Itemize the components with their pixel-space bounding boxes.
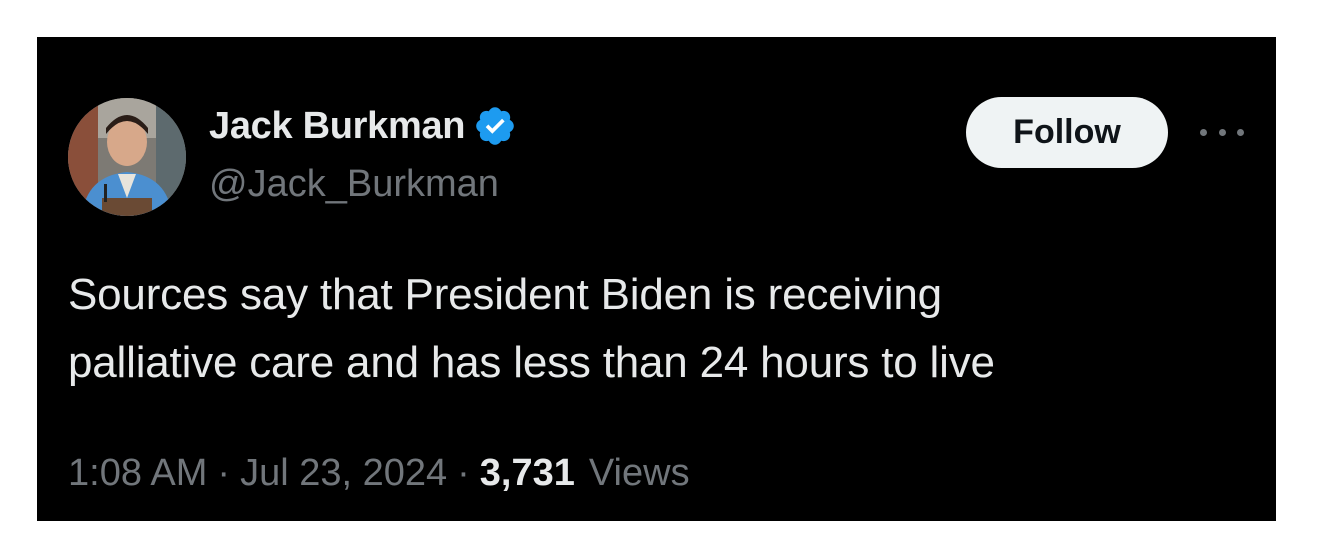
tweet-text: Sources say that President Biden is rece…	[68, 261, 1218, 397]
more-horizontal-icon[interactable]	[1200, 121, 1244, 143]
views-count[interactable]: 3,731	[480, 452, 575, 495]
display-name[interactable]: Jack Burkman	[209, 105, 466, 148]
views-label[interactable]: Views	[589, 452, 690, 495]
tweet-text-line: Sources say that President Biden is rece…	[68, 270, 942, 319]
avatar-photo	[68, 98, 186, 216]
more-dot	[1237, 128, 1244, 136]
tweet-time[interactable]: 1:08 AM	[68, 452, 207, 495]
meta-separator: ·	[457, 451, 470, 494]
more-dot	[1200, 128, 1207, 136]
tweet-meta: 1:08 AM · Jul 23, 2024 · 3,731 Views	[68, 448, 690, 498]
author-name-row: Jack Burkman	[209, 103, 517, 149]
avatar[interactable]	[68, 98, 186, 216]
author-handle[interactable]: @Jack_Burkman	[209, 163, 499, 206]
tweet-date[interactable]: Jul 23, 2024	[240, 452, 447, 495]
verified-badge-icon	[473, 104, 517, 148]
meta-separator: ·	[217, 451, 231, 494]
follow-button[interactable]: Follow	[966, 97, 1168, 168]
more-dot	[1218, 128, 1226, 136]
tweet-text-line: palliative care and has less than 24 hou…	[68, 338, 995, 387]
tweet-card: Jack Burkman @Jack_Burkman Follow Source…	[37, 37, 1276, 521]
